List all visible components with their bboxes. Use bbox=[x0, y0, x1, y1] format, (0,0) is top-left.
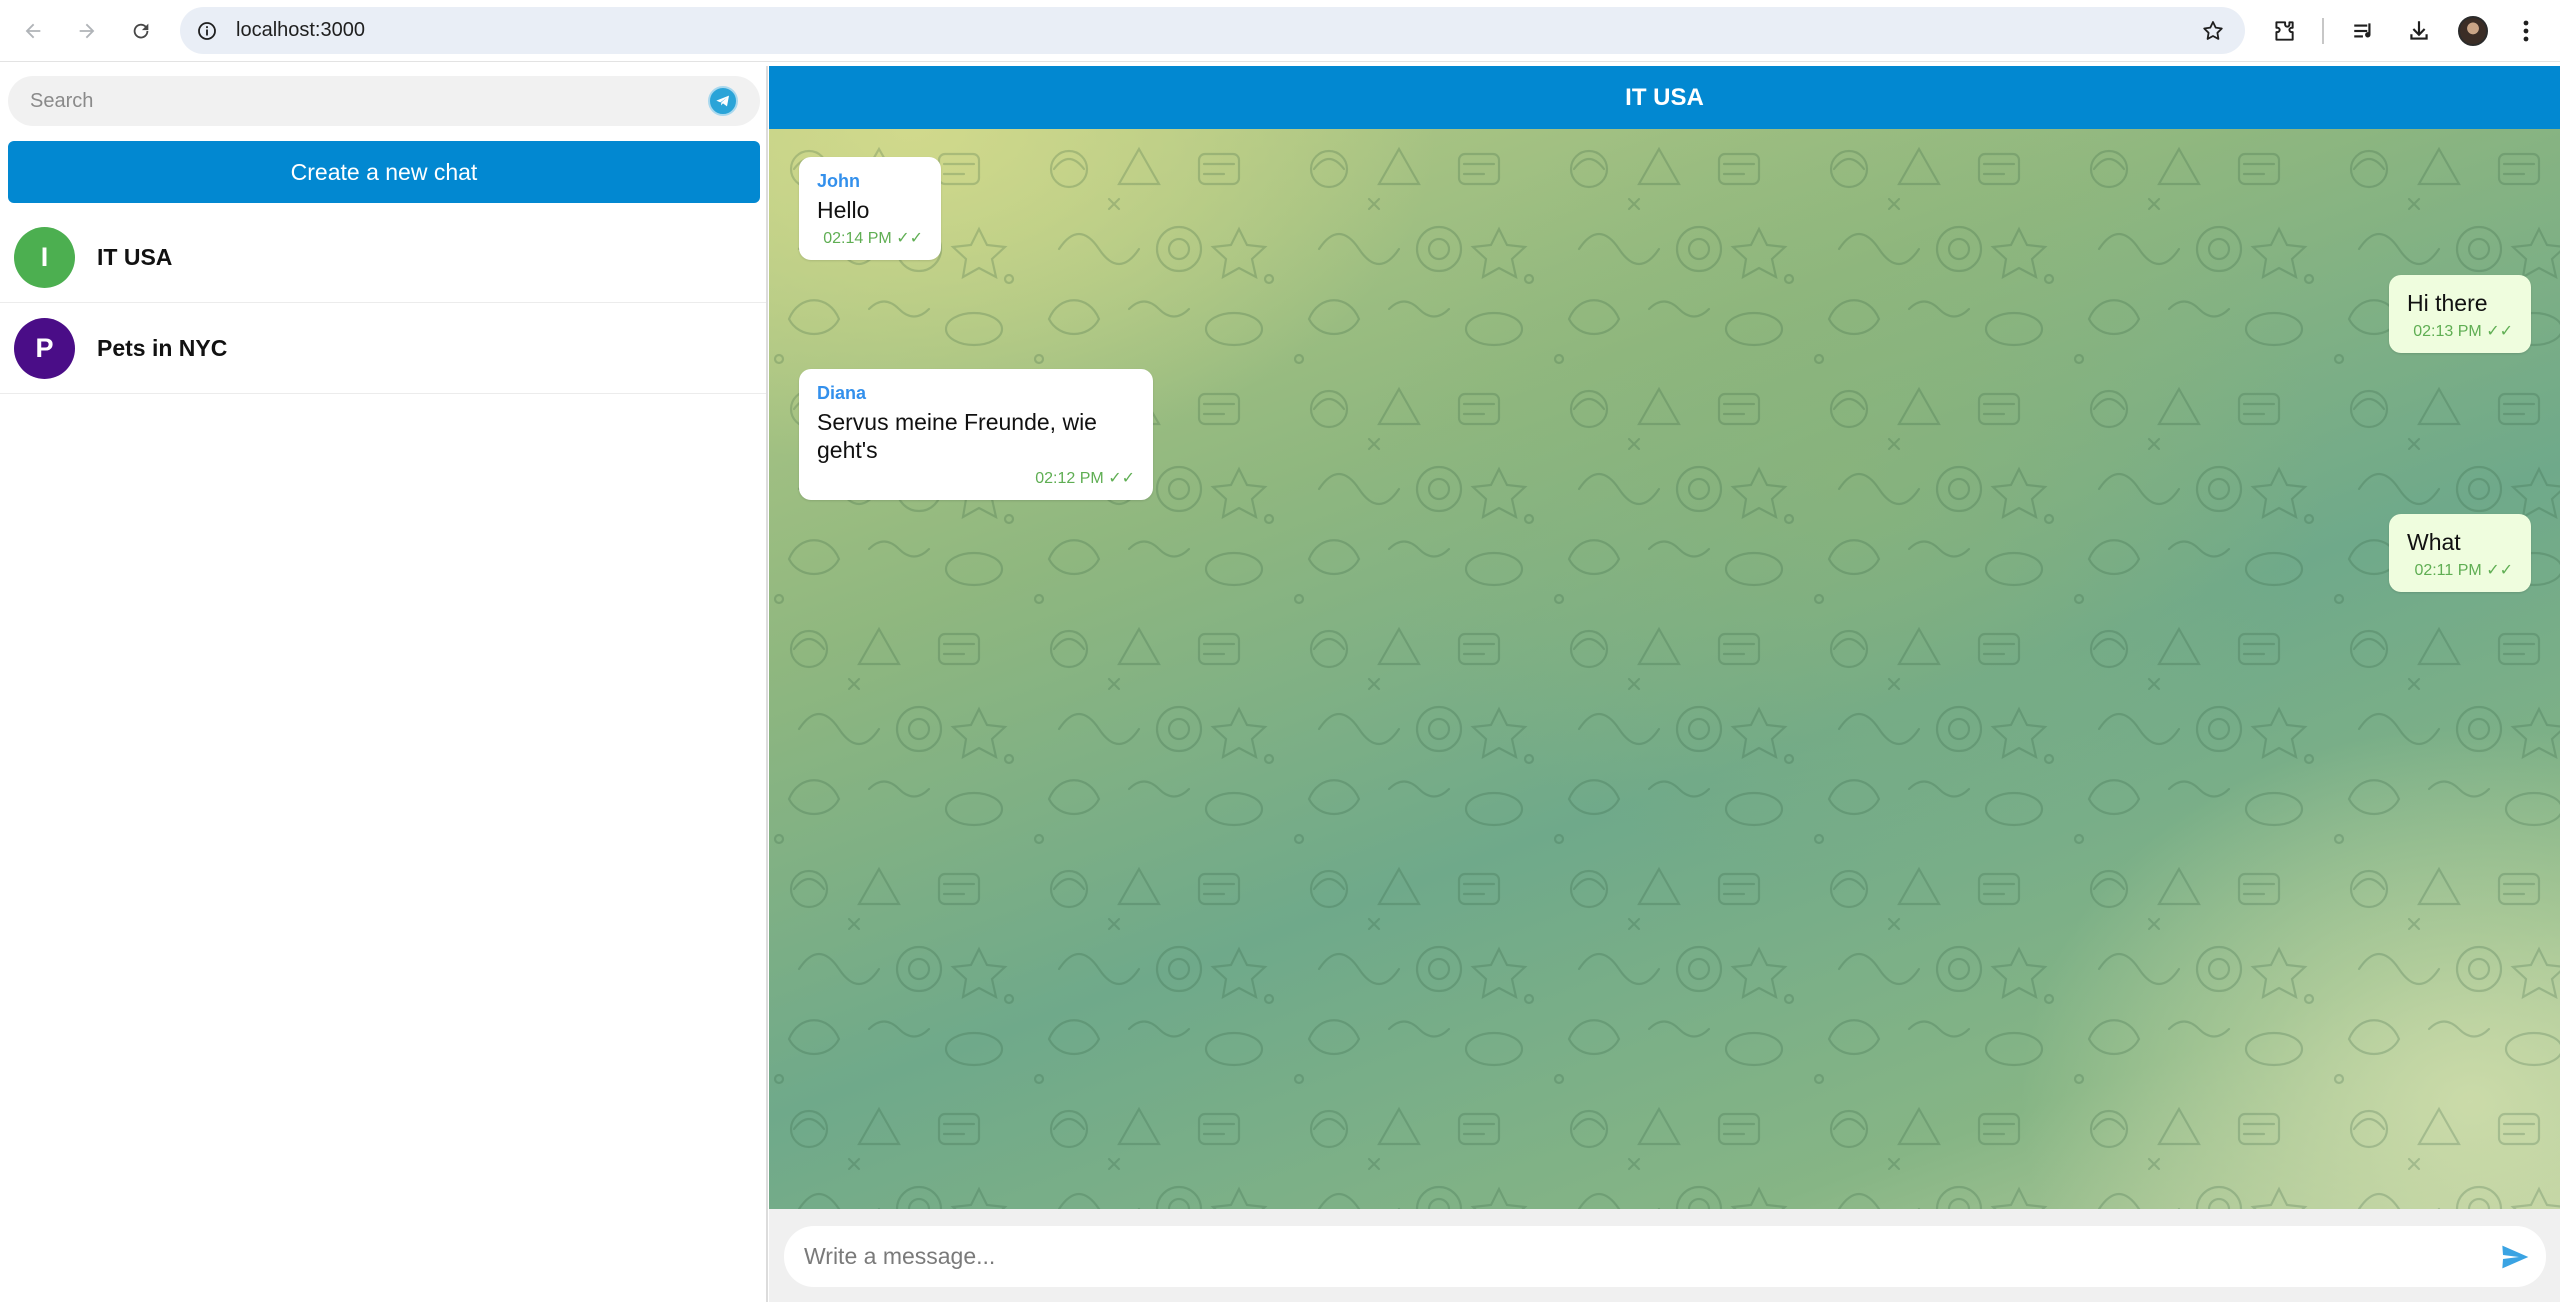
message-text: What bbox=[2407, 529, 2461, 555]
message-bubble-incoming[interactable]: John Hello 02:14 PM ✓✓ bbox=[799, 157, 941, 260]
chat-list: I IT USA P Pets in NYC bbox=[0, 212, 766, 394]
background-doodle-pattern bbox=[769, 129, 2560, 1274]
chat-avatar: P bbox=[14, 318, 75, 379]
chat-panel: IT USA John Hello 02:14 PM ✓✓ Hi there 0… bbox=[769, 66, 2560, 1302]
composer-box bbox=[784, 1226, 2546, 1287]
toolbar-divider bbox=[2322, 18, 2324, 44]
search-box bbox=[8, 76, 760, 126]
message-meta: 02:11 PM ✓✓ bbox=[2407, 560, 2513, 580]
message-text: Hi there bbox=[2407, 290, 2488, 316]
message-time: 02:14 PM bbox=[823, 230, 892, 247]
search-input[interactable] bbox=[28, 76, 688, 126]
message-sender: Diana bbox=[817, 383, 867, 403]
download-icon[interactable] bbox=[2401, 13, 2437, 49]
message-time: 02:12 PM bbox=[1035, 470, 1104, 487]
chat-sidebar: Create a new chat I IT USA P Pets in NYC bbox=[0, 66, 768, 1302]
message-composer bbox=[769, 1209, 2560, 1302]
message-time: 02:11 PM bbox=[2414, 562, 2482, 579]
chat-name: IT USA bbox=[97, 244, 173, 270]
message-meta: 02:14 PM ✓✓ bbox=[817, 228, 923, 248]
chat-list-item-it-usa[interactable]: I IT USA bbox=[0, 212, 766, 303]
reading-list-icon[interactable] bbox=[2346, 13, 2382, 49]
message-sender: John bbox=[817, 171, 860, 191]
message-time: 02:13 PM bbox=[2413, 323, 2482, 340]
message-text: Servus meine Freunde, wie geht's bbox=[817, 409, 1097, 463]
message-area[interactable]: John Hello 02:14 PM ✓✓ Hi there 02:13 PM… bbox=[769, 129, 2560, 1274]
send-icon[interactable] bbox=[2496, 1238, 2534, 1276]
chat-title: IT USA bbox=[769, 66, 2560, 129]
message-bubble-outgoing[interactable]: What 02:11 PM ✓✓ bbox=[2389, 514, 2531, 592]
double-check-icon: ✓✓ bbox=[2486, 562, 2513, 579]
back-arrow-icon[interactable] bbox=[16, 14, 50, 48]
bookmark-star-icon[interactable] bbox=[2199, 17, 2227, 45]
extensions-icon[interactable] bbox=[2266, 13, 2302, 49]
message-bubble-outgoing[interactable]: Hi there 02:13 PM ✓✓ bbox=[2389, 275, 2531, 353]
reload-icon[interactable] bbox=[124, 14, 158, 48]
address-bar[interactable]: localhost:3000 bbox=[180, 7, 2245, 54]
double-check-icon: ✓✓ bbox=[896, 230, 923, 247]
double-check-icon: ✓✓ bbox=[2486, 323, 2513, 340]
message-meta: 02:13 PM ✓✓ bbox=[2407, 321, 2513, 341]
browser-toolbar: localhost:3000 bbox=[0, 0, 2560, 62]
chat-list-item-pets-in-nyc[interactable]: P Pets in NYC bbox=[0, 303, 766, 394]
message-text: Hello bbox=[817, 197, 870, 223]
create-chat-button[interactable]: Create a new chat bbox=[8, 141, 760, 203]
profile-avatar[interactable] bbox=[2458, 16, 2488, 46]
message-input[interactable] bbox=[802, 1226, 2442, 1287]
more-menu-icon[interactable] bbox=[2508, 13, 2544, 49]
forward-arrow-icon[interactable] bbox=[70, 14, 104, 48]
address-url[interactable]: localhost:3000 bbox=[236, 7, 365, 54]
telegram-icon[interactable] bbox=[708, 86, 738, 116]
message-bubble-incoming[interactable]: Diana Servus meine Freunde, wie geht's 0… bbox=[799, 369, 1153, 500]
chat-avatar: I bbox=[14, 227, 75, 288]
chat-name: Pets in NYC bbox=[97, 335, 228, 361]
message-meta: 02:12 PM ✓✓ bbox=[817, 468, 1135, 488]
double-check-icon: ✓✓ bbox=[1108, 470, 1135, 487]
site-info-icon[interactable] bbox=[194, 18, 219, 43]
